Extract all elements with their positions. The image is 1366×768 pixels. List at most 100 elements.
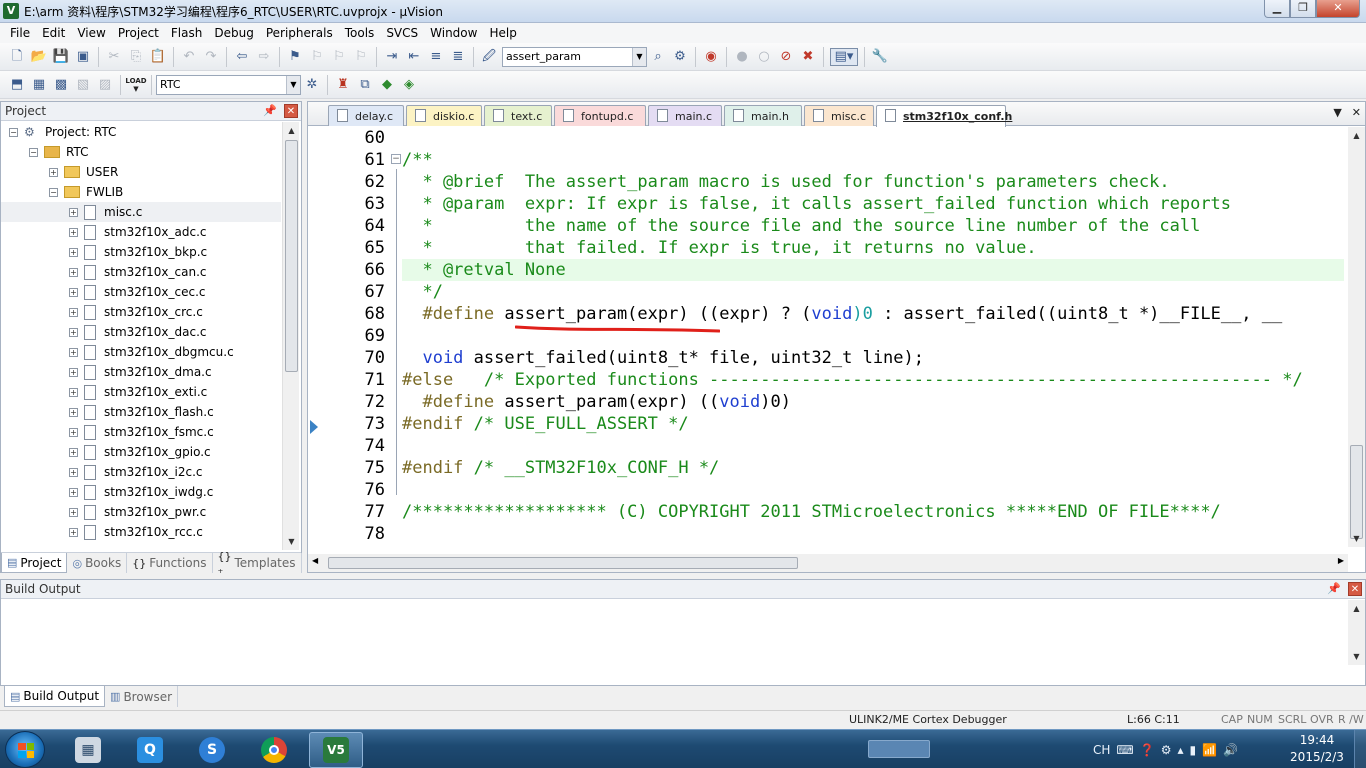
menu-svcs[interactable]: SVCS xyxy=(380,23,424,43)
rebuild-icon[interactable]: ▩ xyxy=(52,76,70,94)
scroll-up-icon[interactable]: ▲ xyxy=(1350,129,1363,142)
project-vertical-scrollbar[interactable]: ▲ ▼ xyxy=(282,122,299,550)
bookmark-icon[interactable]: ⚑ xyxy=(286,48,304,66)
save-icon[interactable]: 💾 xyxy=(52,48,70,66)
editor-tab[interactable]: diskio.c xyxy=(406,105,482,126)
device-icon[interactable]: ▮ xyxy=(1189,743,1196,757)
debug-session-icon[interactable]: ◉ xyxy=(702,48,720,66)
menu-file[interactable]: File xyxy=(4,23,36,43)
tree-file[interactable]: + stm32f10x_adc.c xyxy=(1,222,281,242)
taskbar-keil[interactable]: V5 xyxy=(309,732,363,768)
tree-file[interactable]: + stm32f10x_i2c.c xyxy=(1,462,281,482)
editor-vertical-scrollbar[interactable]: ▲ ▼ xyxy=(1348,127,1365,547)
next-bookmark-icon[interactable]: ⚐ xyxy=(330,48,348,66)
build-output-text[interactable] xyxy=(1,600,1348,665)
build-icon[interactable]: ▦ xyxy=(30,76,48,94)
configure-icon[interactable]: 🔧 xyxy=(871,48,889,66)
window-layout-icon[interactable]: ▤▾ xyxy=(830,47,858,66)
menu-edit[interactable]: Edit xyxy=(36,23,71,43)
close-icon[interactable]: ✕ xyxy=(284,104,298,118)
tree-file[interactable]: + stm32f10x_gpio.c xyxy=(1,442,281,462)
editor-tab[interactable]: fontupd.c xyxy=(554,105,646,126)
expand-icon[interactable]: + xyxy=(49,167,58,177)
tab-build-output[interactable]: ▤ Build Output xyxy=(4,686,106,707)
chevron-down-icon[interactable]: ▼ xyxy=(286,75,300,94)
expand-icon[interactable]: + xyxy=(69,387,78,397)
tab-books[interactable]: ◎ Books xyxy=(67,553,128,573)
tree-file[interactable]: + stm32f10x_rcc.c xyxy=(1,522,281,542)
tree-file[interactable]: + stm32f10x_dac.c xyxy=(1,322,281,342)
pin-icon[interactable]: 📌 xyxy=(1327,582,1341,595)
expand-icon[interactable]: + xyxy=(69,287,78,297)
manage-components-icon[interactable]: ♜ xyxy=(334,76,352,94)
scrollbar-thumb[interactable] xyxy=(285,140,298,372)
taskbar-calculator[interactable]: ▦ xyxy=(61,732,115,768)
tray-expand-icon[interactable]: ▴ xyxy=(1177,743,1183,757)
expand-icon[interactable]: + xyxy=(69,347,78,357)
fold-collapse-icon[interactable]: − xyxy=(391,154,401,164)
undo-icon[interactable]: ↶ xyxy=(180,48,198,66)
tree-file[interactable]: + stm32f10x_cec.c xyxy=(1,282,281,302)
scroll-up-icon[interactable]: ▲ xyxy=(285,124,298,137)
unindent-icon[interactable]: ⇤ xyxy=(405,48,423,66)
batch-build-icon[interactable]: ▧ xyxy=(74,76,92,94)
nav-back-icon[interactable]: ⇦ xyxy=(233,48,251,66)
tree-project-node[interactable]: − ⚙ Project: RTC xyxy=(1,122,281,142)
expand-icon[interactable]: + xyxy=(69,267,78,277)
file-extensions-icon[interactable]: ⧉ xyxy=(356,76,374,94)
collapse-icon[interactable]: − xyxy=(9,127,18,137)
tab-browser[interactable]: ▥ Browser xyxy=(105,686,179,707)
expand-icon[interactable]: + xyxy=(69,407,78,417)
tab-project[interactable]: ▤ Project xyxy=(1,553,68,573)
tree-file[interactable]: + stm32f10x_dbgmcu.c xyxy=(1,342,281,362)
minimize-icon[interactable]: ▁ xyxy=(1264,0,1290,18)
tab-list-dropdown-icon[interactable]: ▼ xyxy=(1333,106,1341,119)
save-all-icon[interactable]: ▣ xyxy=(74,48,92,66)
restore-icon[interactable]: ❐ xyxy=(1290,0,1316,18)
editor-tab-active[interactable]: stm32f10x_conf.h xyxy=(876,105,1012,127)
expand-icon[interactable]: + xyxy=(69,327,78,337)
pin-icon[interactable]: 📌 xyxy=(263,104,277,117)
insert-breakpoint-icon[interactable]: ● xyxy=(733,48,751,66)
run-time-env-icon[interactable]: ◈ xyxy=(400,76,418,94)
comment-icon[interactable]: ≡ xyxy=(427,48,445,66)
start-button[interactable] xyxy=(5,731,45,768)
title-bar[interactable]: V E:\arm 资料\程序\STM32学习编程\程序6_RTC\USER\RT… xyxy=(0,0,1366,23)
help-icon[interactable]: ❓ xyxy=(1140,743,1155,757)
scroll-left-icon[interactable]: ◀ xyxy=(312,556,318,565)
cut-icon[interactable]: ✂ xyxy=(105,48,123,66)
clear-bookmarks-icon[interactable]: ⚐ xyxy=(352,48,370,66)
target-options-icon[interactable]: ✲ xyxy=(303,76,321,94)
menu-help[interactable]: Help xyxy=(483,23,522,43)
taskbar-sogou[interactable]: S xyxy=(185,732,239,768)
expand-icon[interactable]: + xyxy=(69,307,78,317)
prev-bookmark-icon[interactable]: ⚐ xyxy=(308,48,326,66)
translate-icon[interactable]: ⬒ xyxy=(8,76,26,94)
editor-horizontal-scrollbar[interactable]: ◀ ▶ xyxy=(308,554,1348,572)
tree-target-node[interactable]: − RTC xyxy=(1,142,281,162)
scroll-up-icon[interactable]: ▲ xyxy=(1350,602,1363,615)
language-indicator[interactable]: CH xyxy=(1093,743,1110,757)
nav-forward-icon[interactable]: ⇨ xyxy=(255,48,273,66)
tree-file[interactable]: + stm32f10x_iwdg.c xyxy=(1,482,281,502)
taskbar-chrome[interactable] xyxy=(247,732,301,768)
menu-project[interactable]: Project xyxy=(112,23,165,43)
scrollbar-thumb[interactable] xyxy=(328,557,798,569)
scroll-down-icon[interactable]: ▼ xyxy=(285,535,298,548)
redo-icon[interactable]: ↷ xyxy=(202,48,220,66)
settings-icon[interactable]: ⚙ xyxy=(1161,743,1172,757)
pack-installer-icon[interactable]: ◆ xyxy=(378,76,396,94)
build-output-scrollbar[interactable]: ▲ ▼ xyxy=(1348,600,1365,665)
volume-icon[interactable]: 🔊 xyxy=(1223,743,1238,757)
expand-icon[interactable]: + xyxy=(69,207,78,217)
kill-breakpoints-icon[interactable]: ✖ xyxy=(799,48,817,66)
tree-group-user[interactable]: + USER xyxy=(1,162,281,182)
expand-icon[interactable]: + xyxy=(69,247,78,257)
scrollbar-thumb[interactable] xyxy=(1350,445,1363,539)
show-desktop-button[interactable] xyxy=(1354,730,1366,768)
menu-window[interactable]: Window xyxy=(424,23,483,43)
expand-icon[interactable]: + xyxy=(69,527,78,537)
collapse-icon[interactable]: − xyxy=(49,187,58,197)
scroll-down-icon[interactable]: ▼ xyxy=(1350,532,1363,545)
taskbar-qq[interactable]: Q xyxy=(123,732,177,768)
